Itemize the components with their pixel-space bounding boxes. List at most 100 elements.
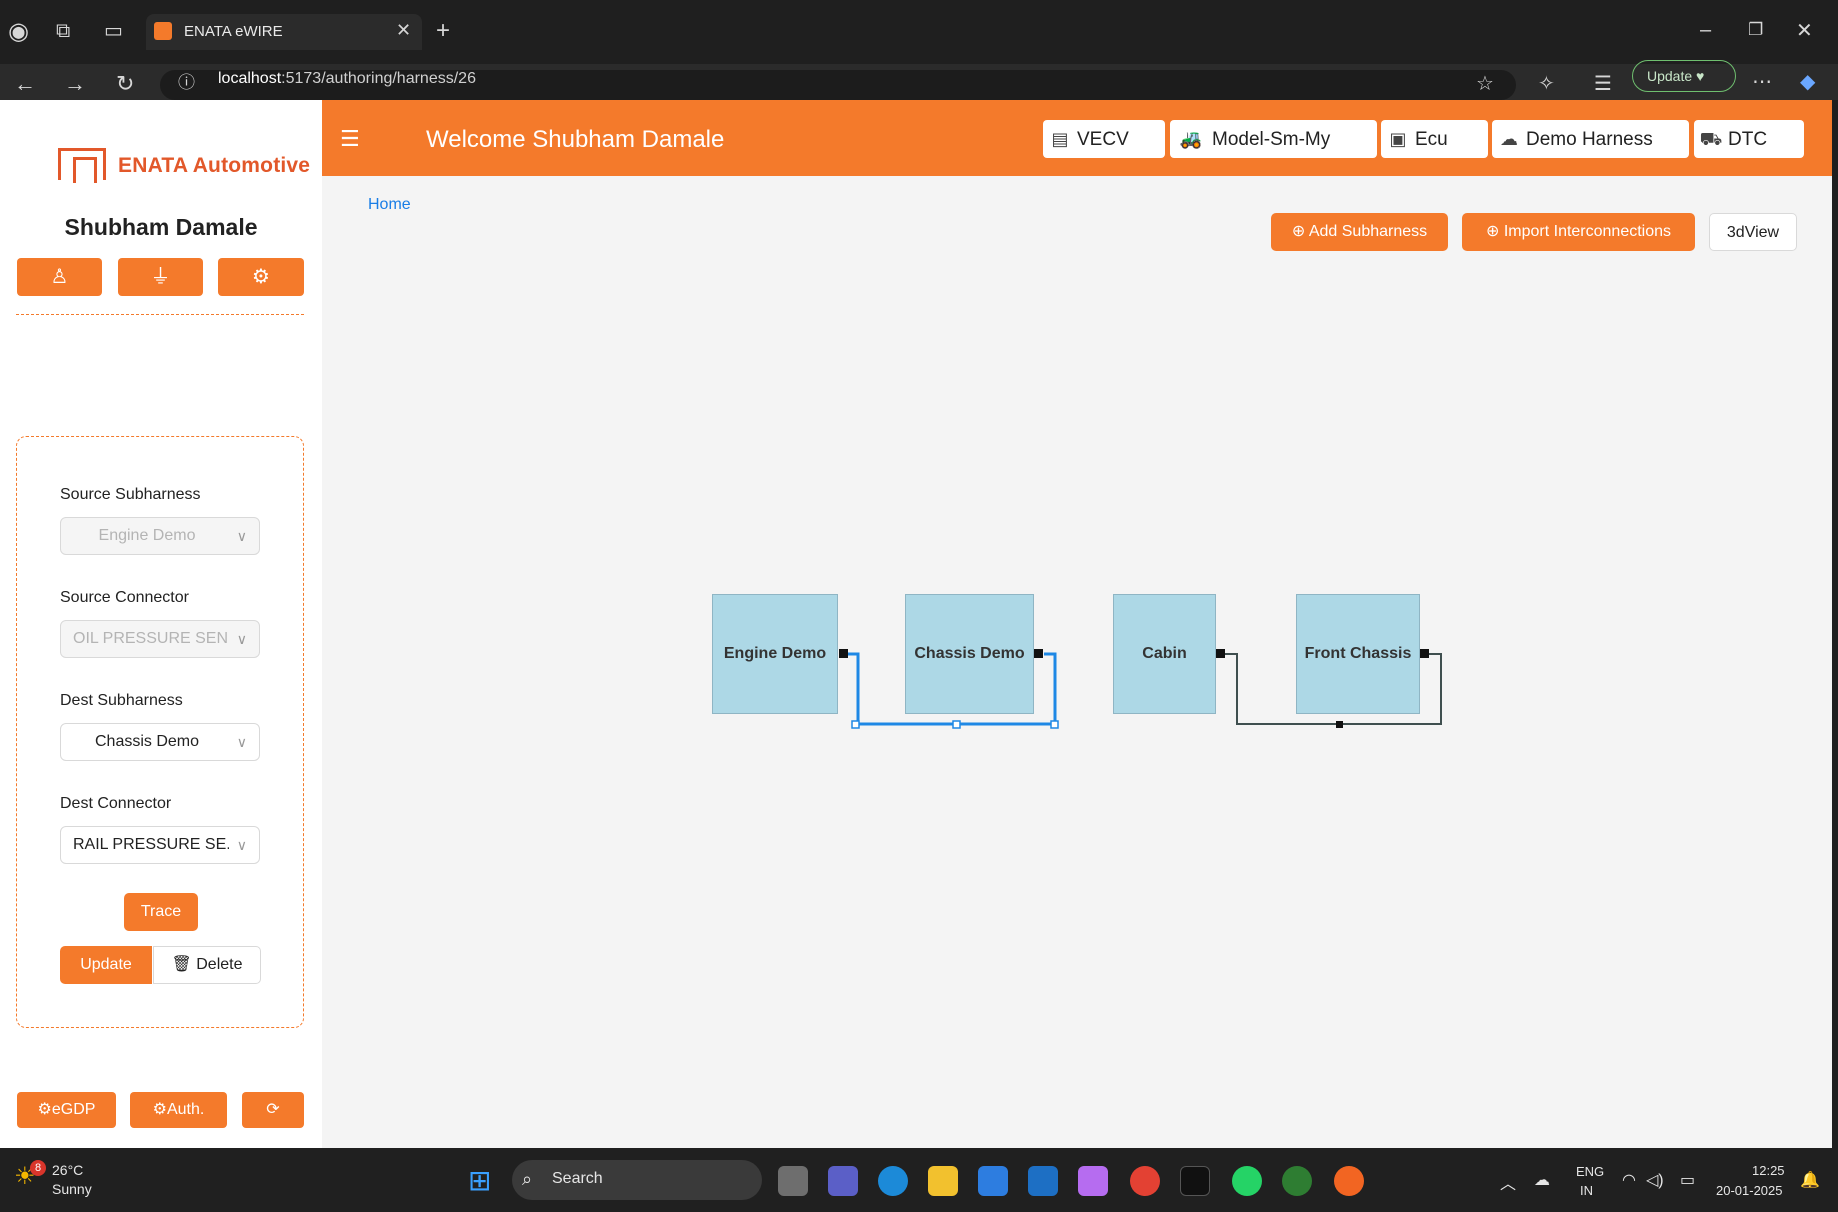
welcome-text: Welcome Shubham Damale [426, 126, 725, 153]
taskbar-search-label: Search [552, 1170, 603, 1187]
lang-bottom[interactable]: IN [1580, 1183, 1593, 1198]
user-icon: ♙ [50, 266, 69, 288]
whatsapp-icon[interactable] [1232, 1166, 1262, 1196]
node-front-chassis[interactable]: Front Chassis [1296, 594, 1420, 714]
edge-handle[interactable] [851, 720, 860, 729]
menu-collapse-icon[interactable]: ☰ [340, 126, 360, 152]
clock-time[interactable]: 12:25 [1752, 1163, 1785, 1178]
source-connector-label: Source Connector [60, 589, 189, 606]
site-info-icon[interactable]: ⓘ [178, 74, 195, 91]
nav-dtc-button[interactable]: ⛟ DTC [1694, 120, 1804, 158]
dest-connector-select[interactable]: RAIL PRESSURE SE... ∨ [60, 826, 260, 864]
node-engine-demo[interactable]: Engine Demo [712, 594, 838, 714]
auth-button[interactable]: ⚙Auth. [130, 1092, 227, 1128]
task-view-icon[interactable] [778, 1166, 808, 1196]
edge-handle[interactable] [952, 720, 961, 729]
delete-button[interactable]: 🗑 Delete [153, 946, 261, 984]
user-settings-icon: ⚙ [252, 266, 270, 288]
battery-icon[interactable]: ▭ [1680, 1170, 1695, 1190]
egdp-button[interactable]: ⚙eGDP [17, 1092, 116, 1128]
close-tab-icon[interactable]: ✕ [396, 21, 411, 39]
windows-start-icon[interactable]: ⊞ [468, 1164, 491, 1197]
cloud-icon: ☁ [1500, 129, 1518, 149]
sidebar-divider [16, 314, 304, 315]
harness-diagram [839, 649, 1442, 729]
source-connector-select[interactable]: OIL PRESSURE SEN... ∨ [60, 620, 260, 658]
window-close-icon[interactable]: ✕ [1796, 21, 1813, 41]
tray-expand-icon[interactable]: ︿ [1500, 1170, 1516, 1194]
sidebar-user-name: Shubham Damale [64, 214, 258, 240]
profile-icon[interactable]: ◉ [8, 20, 29, 44]
gear-icon: ⚙ [152, 1101, 167, 1118]
lang-top[interactable]: ENG [1576, 1164, 1604, 1179]
port-engine-demo[interactable] [839, 649, 848, 658]
plug-button[interactable]: ⏚ [118, 258, 203, 296]
wifi-icon[interactable]: ◠ [1622, 1170, 1636, 1190]
edge-handle[interactable] [1336, 721, 1343, 728]
update-button[interactable]: Update [60, 946, 152, 984]
chevron-down-icon: ∨ [236, 837, 247, 853]
notification-icon[interactable]: 🔔 [1800, 1170, 1820, 1190]
chevron-down-icon: ∨ [236, 631, 247, 647]
trace-button[interactable]: Trace [124, 893, 198, 931]
restore-icon[interactable]: ❐ [1748, 21, 1763, 38]
hs-app-icon[interactable] [1282, 1166, 1312, 1196]
extensions-icon[interactable]: ✧ [1538, 74, 1555, 94]
url-text[interactable]: localhost:5173/authoring/harness/26 [218, 70, 476, 88]
weather-badge: 8 [30, 1160, 46, 1176]
forward-icon[interactable]: → [64, 73, 86, 95]
source-subharness-select[interactable]: Engine Demo ∨ [60, 517, 260, 555]
edge-icon[interactable] [878, 1166, 908, 1196]
nav-model-button[interactable]: 🚜 Model-Sm-My [1170, 120, 1377, 158]
nav-ecu-button[interactable]: ▣ Ecu [1381, 120, 1488, 158]
profile-button[interactable]: ♙ [17, 258, 102, 296]
user-settings-button[interactable]: ⚙ [218, 258, 304, 296]
taskbar-search[interactable] [512, 1160, 762, 1200]
port-chassis-demo[interactable] [1034, 649, 1043, 658]
nav-vecv-button[interactable]: ▤ VECV [1043, 120, 1165, 158]
clock-date[interactable]: 20-01-2025 [1716, 1183, 1783, 1198]
enata-logo-icon [58, 148, 106, 183]
node-chassis-demo[interactable]: Chassis Demo [905, 594, 1034, 714]
search-icon: ⌕ [522, 1169, 533, 1189]
store-icon[interactable] [978, 1166, 1008, 1196]
back-icon[interactable]: ← [14, 73, 36, 95]
copilot-app-icon[interactable] [1078, 1166, 1108, 1196]
teams-icon[interactable] [828, 1166, 858, 1196]
weather-desc: Sunny [52, 1181, 92, 1197]
postman-icon[interactable] [1334, 1166, 1364, 1196]
dest-connector-label: Dest Connector [60, 795, 172, 812]
trash-icon: 🗑 [171, 956, 192, 973]
onedrive-icon[interactable]: ☁ [1534, 1170, 1550, 1190]
outlook-icon[interactable] [1028, 1166, 1058, 1196]
reload-icon[interactable]: ↻ [116, 73, 134, 95]
workspaces-icon[interactable]: ⧉ [56, 21, 70, 41]
dest-subharness-select[interactable]: Chassis Demo ∨ [60, 723, 260, 761]
gear-icon: ⚙ [37, 1101, 52, 1118]
port-front-chassis[interactable] [1420, 649, 1429, 658]
brand-name: ENATA Automotive [118, 154, 311, 177]
tab-favicon-icon [154, 22, 172, 40]
favorites-list-icon[interactable]: ☰ [1594, 74, 1612, 94]
terminal-icon[interactable] [1180, 1166, 1210, 1196]
minimize-icon[interactable]: – [1700, 20, 1711, 40]
port-cabin[interactable] [1216, 649, 1225, 658]
copilot-icon[interactable]: ◆ [1800, 72, 1815, 92]
volume-icon[interactable]: ◁) [1646, 1170, 1664, 1190]
tab-actions-icon[interactable]: ▭ [104, 21, 123, 41]
browser-update-button[interactable]: Update ♥ [1632, 60, 1736, 92]
chevron-down-icon: ∨ [236, 734, 247, 750]
more-menu-icon[interactable]: ⋯ [1752, 72, 1772, 92]
weather-temp: 26°C [52, 1162, 84, 1178]
new-tab-icon[interactable]: + [436, 19, 450, 43]
tab-title: ENATA eWIRE [184, 23, 283, 40]
logout-button[interactable]: ⟳ [242, 1092, 304, 1128]
logout-icon: ⟳ [266, 1101, 280, 1118]
chrome-icon[interactable] [1130, 1166, 1160, 1196]
window-border [1832, 100, 1838, 1148]
nav-demo-harness-button[interactable]: ☁ Demo Harness [1492, 120, 1689, 158]
node-cabin[interactable]: Cabin [1113, 594, 1216, 714]
file-explorer-icon[interactable] [928, 1166, 958, 1196]
edge-handle[interactable] [1050, 720, 1059, 729]
favorite-star-icon[interactable]: ☆ [1476, 74, 1494, 94]
